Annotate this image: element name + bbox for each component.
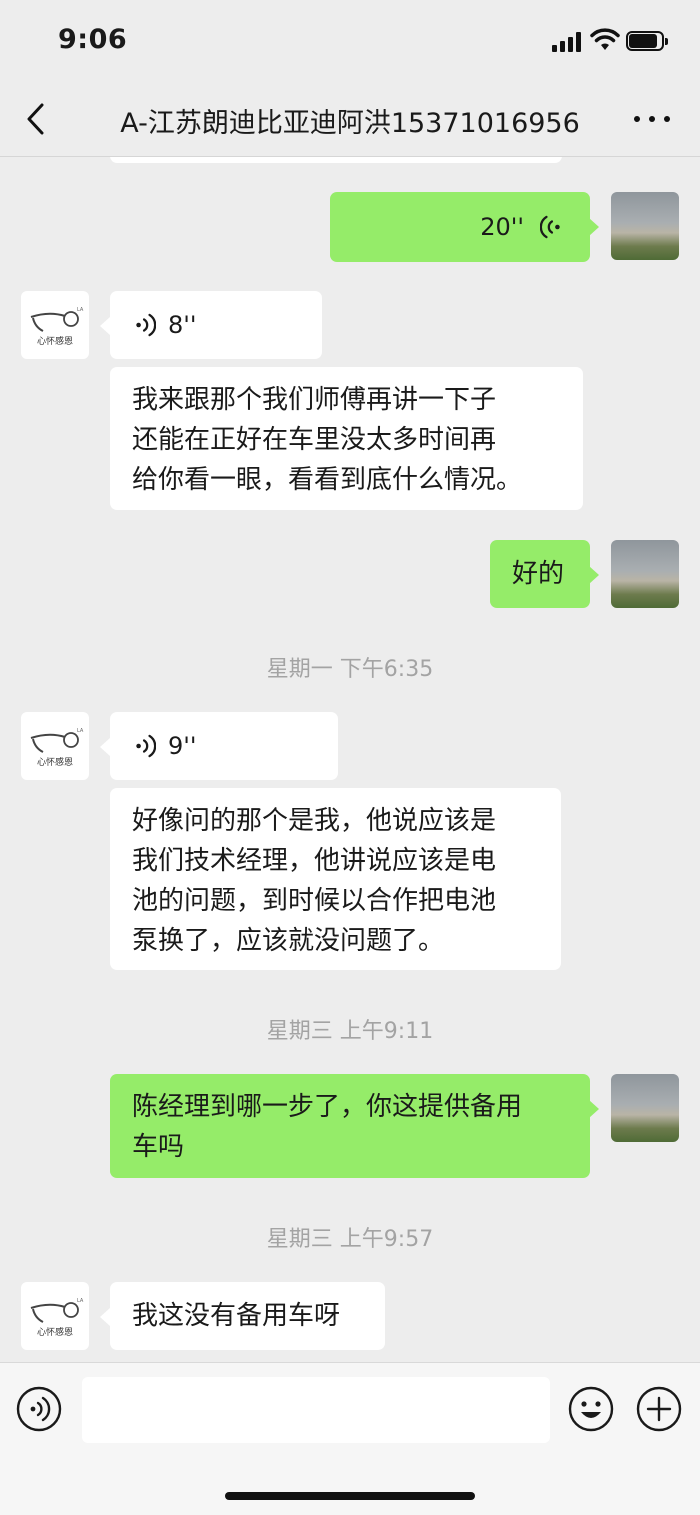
svg-text:LA: LA <box>77 1298 84 1304</box>
text-message-bubble[interactable]: 我来跟那个我们师傅再讲一下子 还能在正好在车里没太多时间再 给你看一眼，看看到底… <box>110 367 583 510</box>
voice-message-bubble[interactable]: 9'' <box>110 712 338 780</box>
contact-avatar-text: 心怀感恩 <box>36 758 73 768</box>
my-avatar[interactable] <box>611 1074 679 1142</box>
message-line: 还能在正好在车里没太多时间再 <box>132 425 497 455</box>
message-line: 我这没有备用车呀 <box>132 1301 341 1331</box>
voice-duration: 20'' <box>480 213 524 241</box>
message-line: 好的 <box>512 559 565 589</box>
voice-wave-icon <box>136 313 156 337</box>
more-functions-button[interactable] <box>636 1386 682 1432</box>
message-line: 好像问的那个是我，他说应该是 <box>132 806 497 836</box>
contact-avatar-text: 心怀感恩 <box>36 337 73 347</box>
voice-message-bubble[interactable]: 8'' <box>110 291 322 359</box>
battery-icon <box>626 31 670 53</box>
svg-text:LA: LA <box>77 307 84 313</box>
text-message-bubble[interactable]: 陈经理到哪一步了，你这提供备用 车吗 <box>110 1074 590 1178</box>
message-line: 车吗 <box>132 1132 185 1162</box>
contact-logo-icon: LA <box>30 1298 84 1323</box>
message-timestamp: 星期一 下午6:35 <box>266 657 434 682</box>
more-options-icon[interactable] <box>632 112 672 126</box>
message-line: 我们技术经理，他讲说应该是电 <box>132 846 497 876</box>
voice-wave-icon <box>136 734 156 758</box>
voice-duration: 8'' <box>168 311 197 339</box>
cellular-signal-icon <box>552 32 584 52</box>
voice-duration: 9'' <box>168 732 197 760</box>
text-message-bubble[interactable]: 好像问的那个是我，他说应该是 我们技术经理，他讲说应该是电 池的问题，到时候以合… <box>110 788 561 970</box>
my-avatar[interactable] <box>611 540 679 608</box>
svg-text:LA: LA <box>77 728 84 734</box>
contact-avatar[interactable]: LA 心怀感恩 <box>21 1282 89 1350</box>
text-message-bubble[interactable]: 好的 <box>490 540 590 608</box>
text-message-bubble[interactable]: 我这没有备用车呀 <box>110 1282 385 1350</box>
wifi-icon <box>590 28 620 50</box>
contact-logo-icon: LA <box>30 728 84 753</box>
message-line: 陈经理到哪一步了，你这提供备用 <box>132 1092 523 1122</box>
my-avatar[interactable] <box>611 192 679 260</box>
status-bar: 9:06 <box>0 0 700 84</box>
message-line: 泵换了，应该就没问题了。 <box>132 926 445 956</box>
status-time: 9:06 <box>58 24 128 55</box>
message-timestamp: 星期三 上午9:11 <box>266 1019 434 1044</box>
back-arrow-icon[interactable] <box>22 102 52 136</box>
contact-logo-icon: LA <box>30 307 84 332</box>
message-input[interactable] <box>82 1377 550 1443</box>
message-bubble-partial[interactable] <box>110 157 562 163</box>
voice-input-button[interactable] <box>16 1386 62 1432</box>
contact-avatar-text: 心怀感恩 <box>36 1328 73 1338</box>
message-line: 给你看一眼，看看到底什么情况。 <box>132 465 523 495</box>
chat-header: A-江苏朗迪比亚迪阿洪15371016956 <box>0 84 700 157</box>
contact-avatar[interactable]: LA 心怀感恩 <box>21 291 89 359</box>
voice-wave-icon <box>540 215 560 239</box>
emoji-button[interactable] <box>568 1386 614 1432</box>
message-line: 我来跟那个我们师傅再讲一下子 <box>132 385 497 415</box>
chat-title: A-江苏朗迪比亚迪阿洪15371016956 <box>120 108 580 139</box>
message-line: 池的问题，到时候以合作把电池 <box>132 886 497 916</box>
message-timestamp: 星期三 上午9:57 <box>266 1227 434 1252</box>
contact-avatar[interactable]: LA 心怀感恩 <box>21 712 89 780</box>
voice-message-bubble[interactable]: 20'' <box>330 192 590 262</box>
message-list[interactable]: 20'' LA 心怀感恩 8'' 我来跟那个我们师傅再讲一下子 还能在正好在车里… <box>0 157 700 1362</box>
home-indicator[interactable] <box>225 1492 475 1500</box>
